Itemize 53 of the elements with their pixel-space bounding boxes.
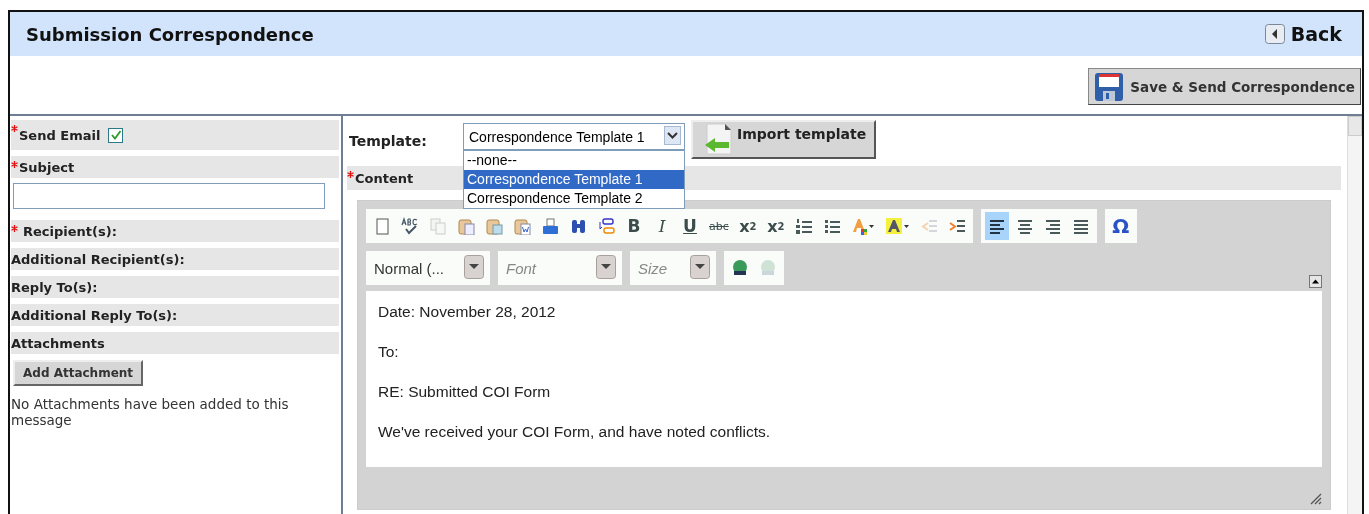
content-paragraph: RE: Submitted COI Form [378, 383, 552, 401]
field-label: Attachments [11, 335, 105, 351]
subject-input-field[interactable] [13, 183, 325, 209]
clipboard-icon[interactable] [457, 217, 475, 235]
justify-icon[interactable] [1071, 217, 1090, 235]
field-label: Reply To(s): [11, 279, 98, 295]
dropdown-option[interactable]: Correspondence Template 2 [464, 189, 684, 208]
no-attachments-message: No Attachments have been added to this message [11, 396, 290, 428]
send-email-label: Send Email [19, 127, 101, 143]
align-left-icon [987, 217, 1006, 235]
strike-button[interactable]: abc [706, 212, 732, 240]
field-label: Recipient(s): [23, 223, 117, 239]
import-template-button[interactable]: Import template [691, 120, 877, 159]
special-char-button[interactable]: Ω [1108, 212, 1133, 240]
dropdown-option[interactable]: --none-- [464, 151, 684, 170]
page-title: Submission Correspondence [26, 23, 314, 45]
indent-icon[interactable] [947, 217, 966, 235]
italic-button[interactable]: I [650, 212, 674, 240]
scrollbar[interactable] [1347, 116, 1362, 514]
add-attachment-button[interactable]: Add Attachment [13, 360, 144, 386]
template-dropdown[interactable]: Correspondence Template 1 [463, 123, 685, 150]
field-label: Subject [19, 159, 75, 175]
chevron-down-icon[interactable] [664, 125, 681, 145]
printer-icon[interactable] [541, 217, 559, 235]
field-label: Additional Reply To(s): [11, 307, 178, 323]
highlight-color-icon[interactable] [884, 217, 910, 235]
text-color-icon[interactable] [850, 217, 875, 235]
superscript-button[interactable]: x$^{2}$ [763, 212, 788, 240]
bulleted-list-icon[interactable] [822, 217, 841, 235]
spell-check-icon[interactable] [401, 217, 419, 235]
size-combo[interactable]: Size [630, 251, 716, 285]
content-label-text: Content [355, 170, 414, 186]
collapse-toolbar-icon[interactable] [1309, 275, 1322, 288]
clipboard-icon[interactable] [485, 217, 503, 235]
resize-grip-icon[interactable] [1308, 491, 1322, 505]
content-paragraph: We've received your COI Form, and have noted conflicts. [378, 423, 772, 441]
save-send-button[interactable]: Save & Send Correspondence [1088, 68, 1361, 105]
template-label: Template: [349, 133, 428, 149]
format-combo[interactable]: Normal (... [366, 251, 490, 285]
bold-button[interactable]: B [622, 212, 646, 240]
numbered-list-icon[interactable] [794, 217, 813, 235]
editor-content-area[interactable]: Date: November 28, 2012 To: RE: Submitted COI Form We've received your COI Form, and have noted conflicts. [366, 291, 1322, 467]
checkbox[interactable] [108, 127, 124, 143]
align-right-icon[interactable] [1043, 217, 1062, 235]
underline-button[interactable]: U [678, 212, 702, 240]
back-button[interactable]: Back [1264, 23, 1342, 45]
content-paragraph: To: [378, 343, 400, 361]
align-center-icon[interactable] [1015, 217, 1034, 235]
content-paragraph: Date: November 28, 2012 [378, 303, 557, 321]
clipboard-icon[interactable] [513, 217, 531, 235]
align-left-button[interactable] [984, 212, 1009, 240]
dropdown-option[interactable]: Correspondence Template 1 [464, 170, 684, 189]
field-label: Additional Recipient(s): [11, 251, 185, 267]
